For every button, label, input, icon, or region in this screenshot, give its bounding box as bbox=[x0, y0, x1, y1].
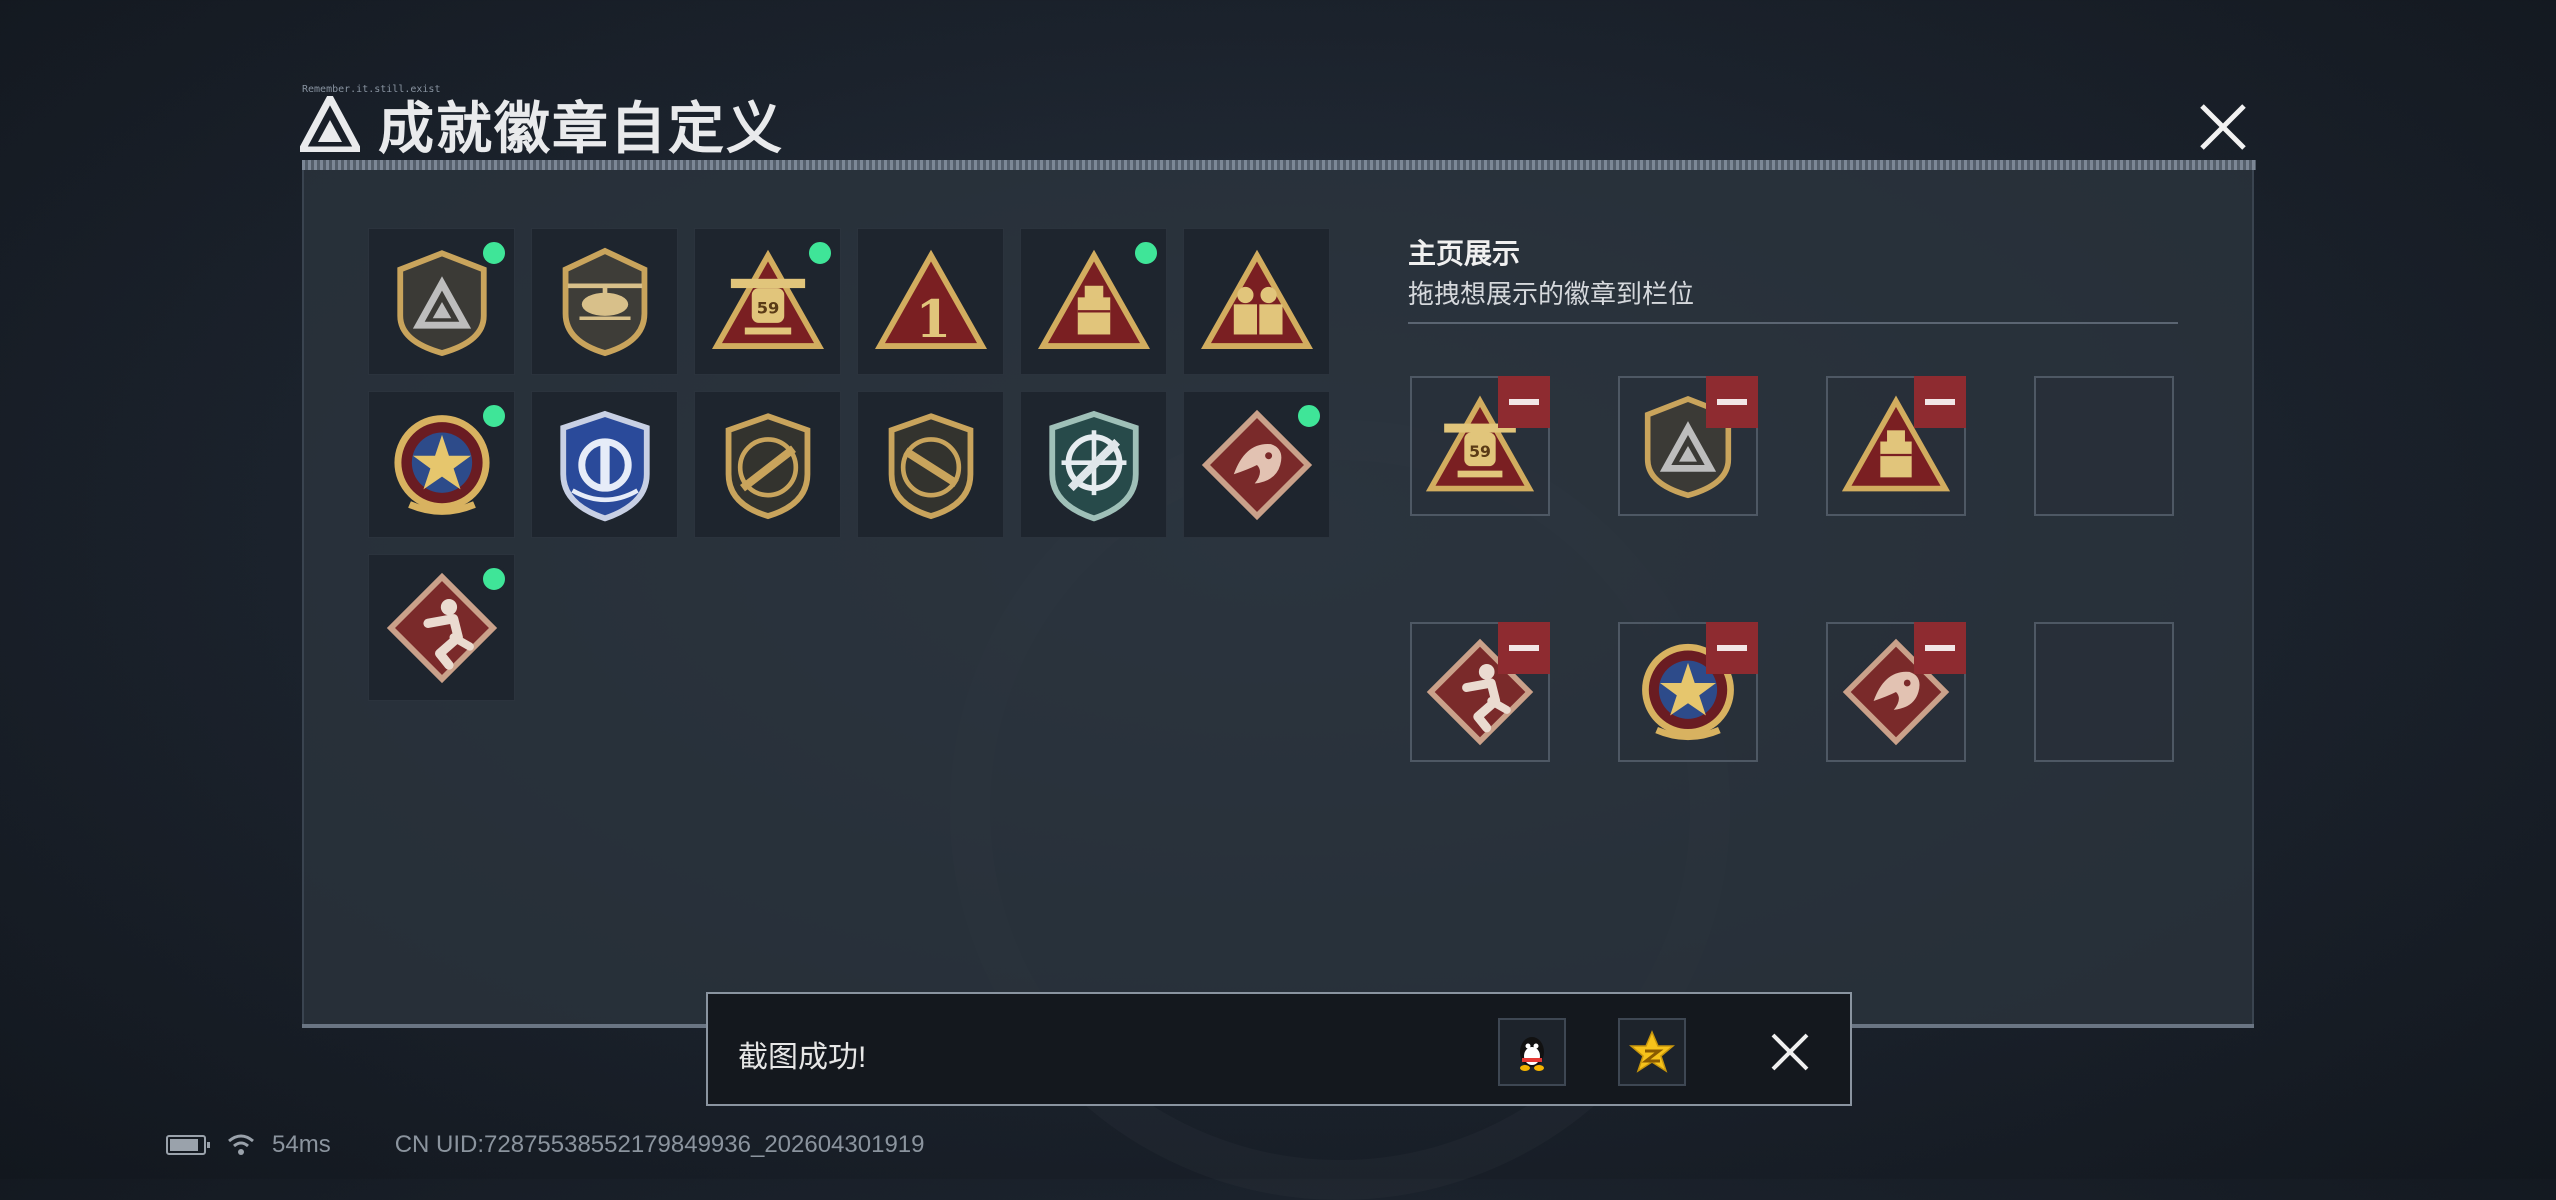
new-indicator bbox=[480, 565, 508, 593]
remove-badge-button[interactable] bbox=[1706, 376, 1758, 428]
remove-badge-button[interactable] bbox=[1914, 622, 1966, 674]
showcase-slot-7[interactable] bbox=[1826, 622, 1966, 762]
blue-wing-shield-badge-icon bbox=[559, 410, 650, 521]
minus-icon bbox=[1717, 399, 1747, 405]
qzone-star-icon bbox=[1629, 1030, 1675, 1073]
battery-icon bbox=[166, 1135, 210, 1155]
showcase-divider bbox=[1408, 322, 2178, 324]
showcase-slot-4-empty[interactable] bbox=[2034, 376, 2174, 516]
badge-cell[interactable] bbox=[1020, 228, 1167, 375]
badge-cell[interactable] bbox=[857, 391, 1004, 538]
dialog-header: 成就徽章自定义 bbox=[300, 92, 784, 160]
crosshair-knife-shield-badge-icon bbox=[1048, 410, 1139, 521]
showcase-title: 主页展示 bbox=[1408, 238, 1521, 269]
remove-badge-button[interactable] bbox=[1498, 622, 1550, 674]
badge-cell[interactable] bbox=[694, 391, 841, 538]
toast-close-button[interactable] bbox=[1770, 1032, 1810, 1072]
badge-cell[interactable] bbox=[531, 391, 678, 538]
number-one-triangle-badge-icon: 1 bbox=[874, 249, 987, 349]
minus-icon bbox=[1509, 645, 1539, 651]
qq-icon bbox=[1520, 1037, 1544, 1071]
minus-icon bbox=[1509, 399, 1539, 405]
remove-badge-button[interactable] bbox=[1914, 376, 1966, 428]
showcase-slot-1[interactable]: 59 bbox=[1410, 376, 1550, 516]
minus-icon bbox=[1925, 399, 1955, 405]
helicopter-badge-icon bbox=[562, 247, 647, 356]
svg-text:1: 1 bbox=[915, 289, 951, 349]
badge-cell[interactable]: 1 bbox=[857, 228, 1004, 375]
new-indicator bbox=[480, 239, 508, 267]
new-indicator bbox=[806, 239, 834, 267]
status-bar: 54ms CN UID:7287553855217984993​6_202604… bbox=[166, 1128, 925, 1162]
badge-cell[interactable] bbox=[1183, 391, 1330, 538]
remove-badge-button[interactable] bbox=[1498, 376, 1550, 428]
ping-readout: 54ms bbox=[272, 1131, 331, 1158]
badge-cell[interactable] bbox=[368, 228, 515, 375]
showcase-slot-8-empty[interactable] bbox=[2034, 622, 2174, 762]
app-logo-icon bbox=[300, 96, 360, 152]
minus-icon bbox=[1717, 645, 1747, 651]
minus-icon bbox=[1925, 645, 1955, 651]
showcase-subtitle: 拖拽想展示的徽章到栏位 bbox=[1408, 279, 1695, 309]
svg-text:59: 59 bbox=[756, 298, 779, 317]
badge-cell[interactable] bbox=[1020, 391, 1167, 538]
showcase-slot-2[interactable] bbox=[1618, 376, 1758, 516]
header-divider bbox=[302, 160, 2256, 170]
screenshot-toast: 截图成功! bbox=[706, 992, 1852, 1106]
badge-grid: 59 1 bbox=[368, 228, 1338, 701]
showcase-slot-5[interactable] bbox=[1410, 622, 1550, 762]
soldiers-triangle-badge-icon bbox=[1200, 249, 1313, 349]
badge-cell[interactable] bbox=[1183, 228, 1330, 375]
rifle-shield-badge-icon bbox=[725, 412, 810, 519]
share-qzone-button[interactable] bbox=[1618, 1018, 1686, 1086]
remove-badge-button[interactable] bbox=[1706, 622, 1758, 674]
toast-message: 截图成功! bbox=[738, 1041, 867, 1074]
showcase-slot-3[interactable] bbox=[1826, 376, 1966, 516]
badge-cell[interactable] bbox=[531, 228, 678, 375]
showcase-slot-6[interactable] bbox=[1618, 622, 1758, 762]
page-title: 成就徽章自定义 bbox=[378, 96, 784, 160]
badge-cell[interactable] bbox=[368, 554, 515, 701]
new-indicator bbox=[1132, 239, 1160, 267]
new-indicator bbox=[480, 402, 508, 430]
uid-readout: CN UID:7287553855217984993​6_20260430191… bbox=[394, 1131, 925, 1158]
close-dialog-button[interactable] bbox=[2196, 100, 2250, 154]
wifi-icon bbox=[228, 1134, 254, 1155]
rifle-shield-badge-2-icon bbox=[888, 412, 973, 519]
share-qq-button[interactable] bbox=[1498, 1018, 1566, 1086]
new-indicator bbox=[1295, 402, 1323, 430]
badge-cell[interactable] bbox=[368, 391, 515, 538]
badge-cell[interactable]: 59 bbox=[694, 228, 841, 375]
svg-text:59: 59 bbox=[1469, 442, 1491, 461]
